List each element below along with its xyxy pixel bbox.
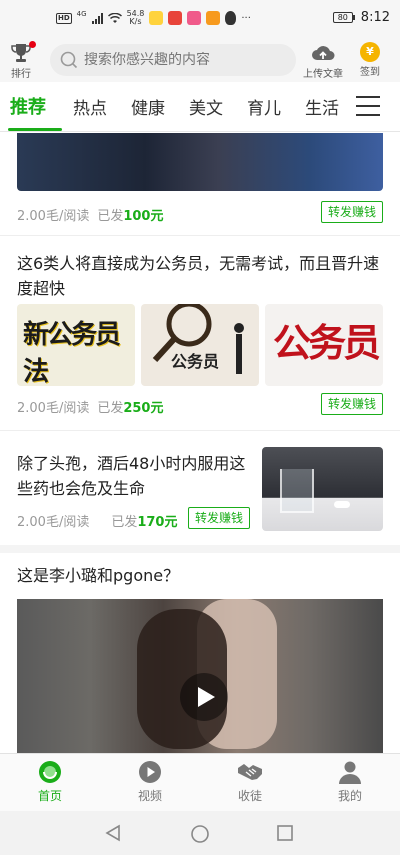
net-speed: 54.8 K/s [127,10,145,26]
wifi-icon [107,12,122,23]
active-tab-indicator [8,128,62,131]
upload-article-button[interactable]: 上传文章 [298,42,348,80]
tab-hot[interactable]: 热点 [73,94,107,119]
thumbnail-text: 公务员 [273,320,381,365]
handshake-icon [238,764,262,780]
battery-level: 80 [332,12,353,23]
sent-prefix: 已发 [97,401,124,416]
article-title[interactable]: 这6类人将直接成为公务员，无需考试，而且晋升速度超快 [17,251,383,301]
signin-button[interactable]: ¥ 签到 [352,42,388,78]
search-bar[interactable] [50,44,296,76]
article-image[interactable] [17,133,383,191]
home-circle-icon[interactable] [190,824,210,844]
nav-video-label: 视频 [137,789,162,803]
status-left: HD 4G 54.8 K/s ··· [56,10,251,26]
article-thumbnail[interactable] [262,447,383,531]
tab-health[interactable]: 健康 [131,94,165,119]
article-thumbnail[interactable]: 新公务员法 [17,304,135,386]
home-icon [39,761,61,783]
nav-video[interactable]: 视频 [120,760,180,804]
notification-app-icon [187,11,202,25]
user-icon [339,761,361,784]
read-price: 2.00毛/阅读 [17,515,90,530]
video-thumbnail[interactable] [17,599,383,753]
battery-icon: 80 [332,12,355,23]
sent-amount: 170元 [137,515,178,530]
article-title[interactable]: 除了头孢，酒后48小时内服用这些药也会危及生命 [17,451,255,501]
nav-profile[interactable]: 我的 [320,760,380,804]
category-tabs: 推荐 热点 健康 美文 育儿 生活 [0,82,400,132]
share-earn-button[interactable]: 转发赚钱 [188,507,250,529]
red-dot-badge [29,41,36,48]
bottom-nav: 首页 视频 收徒 我的 [0,753,400,811]
app-header: 排行 上传文章 ¥ 签到 [0,40,400,82]
sent-prefix: 已发 [111,515,138,530]
status-bar: HD 4G 54.8 K/s ··· 80 8:12 [0,0,400,40]
more-notifications: ··· [241,12,251,24]
notification-app-icon [206,11,221,25]
coin-icon: ¥ [360,42,380,62]
menu-icon[interactable] [356,96,380,116]
play-button[interactable] [180,673,228,721]
share-earn-button[interactable]: 转发赚钱 [321,201,383,223]
share-earn-button[interactable]: 转发赚钱 [321,393,383,415]
clock: 8:12 [360,10,390,25]
article-thumbnail[interactable]: 公务员 [265,304,383,386]
sent-prefix: 已发 [97,209,124,224]
divider [0,430,400,431]
nav-home[interactable]: 首页 [20,760,80,804]
signal-icon [91,12,103,24]
video-icon [139,761,161,783]
search-icon [60,51,78,69]
article-meta: 2.00毛/阅读 已发250元 [17,397,163,416]
pill-illustration [334,501,350,508]
notification-app-icon [149,11,164,25]
divider [0,235,400,236]
cloud-upload-icon [312,46,335,60]
status-right: 80 8:12 [332,10,390,25]
thumbnail-text: 公务员 [171,352,220,371]
article-meta: 2.00毛/阅读 已发170元 [17,511,177,530]
section-gap [0,545,400,553]
nav-recruit-label: 收徒 [237,789,262,803]
tab-life[interactable]: 生活 [305,94,339,119]
rank-button[interactable]: 排行 [6,41,36,80]
hd-icon: HD [56,12,72,24]
signin-label: 签到 [360,67,380,78]
glass-illustration [280,469,314,513]
sent-amount: 100元 [123,209,164,224]
tab-parenting[interactable]: 育儿 [247,94,281,119]
read-price: 2.00毛/阅读 [17,209,90,224]
network-type: 4G [76,10,87,18]
system-nav-bar [0,811,400,855]
tab-essay[interactable]: 美文 [189,94,223,119]
sent-amount: 250元 [123,401,164,416]
article-feed[interactable]: 2.00毛/阅读 已发100元 转发赚钱 这6类人将直接成为公务员，无需考试，而且… [0,133,400,753]
article-thumbnail[interactable]: 公务员 [141,304,259,386]
read-price: 2.00毛/阅读 [17,401,90,416]
upload-label: 上传文章 [303,69,343,80]
play-icon [198,687,215,707]
nav-recruit[interactable]: 收徒 [220,760,280,804]
rank-label: 排行 [11,69,31,80]
article-title[interactable]: 这是李小璐和pgone？ [17,563,383,588]
net-speed-unit: K/s [129,17,142,26]
back-icon[interactable] [104,824,122,842]
nav-profile-label: 我的 [337,789,362,803]
search-input[interactable] [84,52,284,68]
thumbnail-text: 新公务员法 [23,320,121,386]
magnifier-illustration [152,304,244,374]
recents-icon[interactable] [276,824,294,842]
notification-app-icon [168,11,183,25]
nav-home-label: 首页 [37,789,62,803]
article-meta: 2.00毛/阅读 已发100元 [17,205,163,224]
tab-recommend[interactable]: 推荐 [10,93,46,119]
qq-icon [225,11,237,25]
